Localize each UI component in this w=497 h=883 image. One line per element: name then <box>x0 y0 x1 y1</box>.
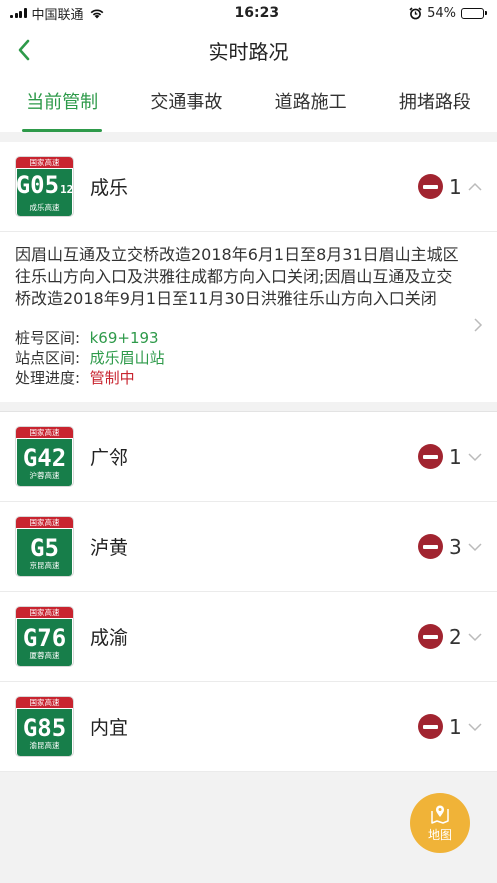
highway-shield: 国家高速 G05 12 成乐高速 <box>15 156 74 217</box>
event-count: 1 <box>449 174 462 199</box>
back-button[interactable] <box>10 36 38 64</box>
highway-code: G05 <box>15 171 60 199</box>
wifi-icon <box>90 8 103 18</box>
event-count: 1 <box>449 444 462 469</box>
no-entry-icon <box>418 174 443 199</box>
highway-shield: 国家高速 G5 京昆高速 <box>15 516 74 577</box>
shield-name: 京昆高速 <box>29 560 60 570</box>
alarm-icon <box>409 6 422 19</box>
shield-name: 成乐高速 <box>29 203 60 212</box>
no-entry-icon <box>418 534 443 559</box>
shield-header: 国家高速 <box>16 517 73 528</box>
road-row[interactable]: 国家高速 G5 京昆高速 泸黄 3 <box>0 502 497 592</box>
road-name: 成渝 <box>90 627 129 649</box>
map-button[interactable]: 地图 <box>410 793 470 853</box>
shield-name: 沪蓉高速 <box>29 470 60 480</box>
highway-code: G76 <box>22 623 67 652</box>
road-name: 成乐 <box>90 177 129 199</box>
chevron-down-icon[interactable] <box>467 719 483 735</box>
chevron-down-icon[interactable] <box>467 449 483 465</box>
event-count: 2 <box>449 624 462 649</box>
event-count: 1 <box>449 714 462 739</box>
chevron-up-icon[interactable] <box>467 179 483 195</box>
back-arrow-icon <box>18 39 30 61</box>
tab-construction[interactable]: 道路施工 <box>271 74 351 132</box>
road-row[interactable]: 国家高速 G76 厦蓉高速 成渝 2 <box>0 592 497 682</box>
road-card-list: 国家高速 G42 沪蓉高速 广邻 1 国家高速 G5 京昆高速 泸黄 3 国家高… <box>0 412 497 772</box>
status-bar: 中国联通 16:23 54% <box>0 0 497 26</box>
highway-shield: 国家高速 G42 沪蓉高速 <box>15 426 74 487</box>
road-row[interactable]: 国家高速 G85 渝昆高速 内宜 1 <box>0 682 497 772</box>
status-right: 54% <box>409 6 487 21</box>
shield-name: 渝昆高速 <box>29 740 60 750</box>
event-count: 3 <box>449 534 462 559</box>
station-label: 站点区间: <box>15 349 81 367</box>
map-pin-icon <box>431 805 449 824</box>
road-name: 泸黄 <box>90 537 129 559</box>
shield-header: 国家高速 <box>16 697 73 708</box>
no-entry-icon <box>418 714 443 739</box>
divider <box>0 402 497 412</box>
tab-congestion[interactable]: 拥堵路段 <box>395 74 475 132</box>
chevron-down-icon[interactable] <box>467 539 483 555</box>
shield-header: 国家高速 <box>16 427 73 438</box>
shield-name: 厦蓉高速 <box>29 650 60 660</box>
highway-code: G42 <box>22 443 67 472</box>
progress-value: 管制中 <box>89 369 135 387</box>
signal-icon <box>10 8 27 18</box>
highway-code-sub: 12 <box>60 183 74 196</box>
station-value: 成乐眉山站 <box>89 349 165 367</box>
status-left: 中国联通 <box>10 4 105 23</box>
road-name: 广邻 <box>90 447 129 469</box>
event-info: 桩号区间: k69+193 站点区间: 成乐眉山站 处理进度: 管制中 <box>15 328 482 388</box>
map-button-label: 地图 <box>427 828 452 842</box>
tab-current-control[interactable]: 当前管制 <box>22 74 103 132</box>
battery-icon <box>461 7 487 19</box>
event-description: 因眉山互通及立交桥改造2018年6月1日至8月31日眉山主城区往乐山方向入口及洪… <box>15 245 459 308</box>
no-entry-icon <box>418 624 443 649</box>
road-name: 内宜 <box>90 717 129 739</box>
tab-accidents[interactable]: 交通事故 <box>146 74 226 132</box>
stake-label: 桩号区间: <box>15 329 81 347</box>
shield-header: 国家高速 <box>16 607 73 618</box>
page-title: 实时路况 <box>208 39 289 64</box>
carrier-label: 中国联通 <box>31 7 84 23</box>
highway-shield: 国家高速 G76 厦蓉高速 <box>15 606 74 667</box>
highway-shield: 国家高速 G85 渝昆高速 <box>15 696 74 757</box>
event-detail[interactable]: 因眉山互通及立交桥改造2018年6月1日至8月31日眉山主城区往乐山方向入口及洪… <box>0 232 497 402</box>
road-row[interactable]: 国家高速 G42 沪蓉高速 广邻 1 <box>0 412 497 502</box>
battery-percent: 54% <box>427 5 456 21</box>
road-row[interactable]: 国家高速 G05 12 成乐高速 成乐 1 <box>0 142 497 232</box>
stake-value: k69+193 <box>89 329 159 347</box>
nav-bar: 实时路况 <box>0 26 497 74</box>
road-card-expanded: 国家高速 G05 12 成乐高速 成乐 1 因眉山互通及立交桥改造2018年6月1… <box>0 142 497 402</box>
highway-code: G5 <box>30 533 59 562</box>
progress-label: 处理进度: <box>15 369 81 387</box>
shield-header: 国家高速 <box>16 157 73 168</box>
chevron-down-icon[interactable] <box>467 629 483 645</box>
chevron-right-icon[interactable] <box>471 318 485 332</box>
tab-bar: 当前管制 交通事故 道路施工 拥堵路段 <box>0 74 497 132</box>
no-entry-icon <box>418 444 443 469</box>
road-list: 国家高速 G05 12 成乐高速 成乐 1 因眉山互通及立交桥改造2018年6月1… <box>0 142 497 772</box>
clock: 16:23 <box>234 5 280 21</box>
highway-code: G85 <box>22 713 67 742</box>
